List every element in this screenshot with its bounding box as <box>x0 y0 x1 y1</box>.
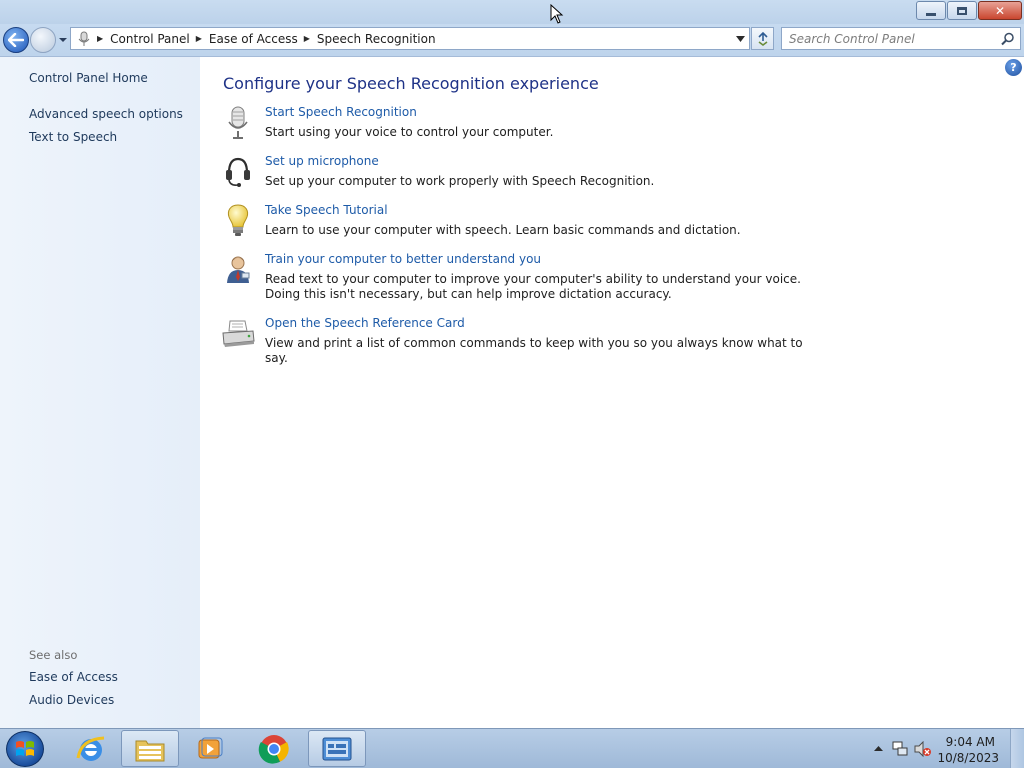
system-tray: 9:04 AM 10/8/2023 <box>864 729 1024 768</box>
start-button[interactable] <box>6 731 44 767</box>
see-also-audio-devices-link[interactable]: Audio Devices <box>29 693 114 707</box>
refresh-icon <box>757 31 768 46</box>
taskbar-chrome[interactable] <box>245 730 303 767</box>
breadcrumb-control-panel[interactable]: Control Panel <box>110 32 190 46</box>
microphone-icon <box>220 105 256 141</box>
start-speech-recognition-description: Start using your voice to control your c… <box>265 125 554 139</box>
navigation-bar: ▶ Control Panel ▶ Ease of Access ▶ Speec… <box>0 24 1024 57</box>
sidebar-text-to-speech-link[interactable]: Text to Speech <box>29 130 117 144</box>
help-button[interactable]: ? <box>1005 59 1022 76</box>
speech-reference-card-description: View and print a list of common commands… <box>265 336 803 365</box>
restore-icon <box>957 6 967 15</box>
breadcrumb-separator-icon[interactable]: ▶ <box>97 34 103 43</box>
internet-explorer-icon <box>76 736 105 761</box>
train-computer-link[interactable]: Train your computer to better understand… <box>265 252 541 266</box>
file-explorer-icon <box>135 740 165 761</box>
address-bar[interactable]: ▶ Control Panel ▶ Ease of Access ▶ Speec… <box>70 27 750 50</box>
train-computer-description: Read text to your computer to improve yo… <box>265 272 801 301</box>
control-panel-icon <box>322 737 352 760</box>
mouse-cursor-icon <box>550 4 564 24</box>
take-speech-tutorial-link[interactable]: Take Speech Tutorial <box>265 203 388 217</box>
close-icon: ✕ <box>994 3 1006 18</box>
recent-pages-dropdown-icon[interactable] <box>58 35 68 45</box>
start-speech-recognition-link[interactable]: Start Speech Recognition <box>265 105 417 119</box>
speech-recognition-icon <box>78 31 90 46</box>
sidebar-advanced-speech-options-link[interactable]: Advanced speech options <box>29 107 183 121</box>
taskbar-control-panel[interactable] <box>308 730 366 767</box>
sidebar-control-panel-home-link[interactable]: Control Panel Home <box>29 71 148 85</box>
breadcrumb-ease-of-access[interactable]: Ease of Access <box>209 32 298 46</box>
taskbar-media-player[interactable] <box>181 730 239 767</box>
lightbulb-icon <box>220 203 256 239</box>
show-desktop-button[interactable] <box>1010 729 1024 768</box>
volume-muted-icon[interactable] <box>914 741 932 757</box>
taskbar-internet-explorer[interactable] <box>62 730 120 767</box>
back-arrow-icon <box>8 33 24 47</box>
taskbar-file-explorer[interactable] <box>121 730 179 767</box>
minimize-button[interactable] <box>916 1 946 20</box>
refresh-button[interactable] <box>751 27 774 50</box>
restore-button[interactable] <box>947 1 977 20</box>
breadcrumb-separator-icon[interactable]: ▶ <box>196 34 202 43</box>
set-up-microphone-description: Set up your computer to work properly wi… <box>265 174 655 188</box>
main-content: ? Configure your Speech Recognition expe… <box>200 57 1024 728</box>
search-box[interactable] <box>781 27 1021 50</box>
network-icon[interactable] <box>892 741 908 757</box>
clock-date[interactable]: 10/8/2023 <box>937 751 999 765</box>
help-icon: ? <box>1010 61 1017 74</box>
caption-buttons: ✕ <box>916 1 1022 20</box>
minimize-icon <box>926 12 936 16</box>
speech-reference-card-link[interactable]: Open the Speech Reference Card <box>265 316 465 330</box>
set-up-microphone-link[interactable]: Set up microphone <box>265 154 379 168</box>
show-hidden-icons-icon[interactable] <box>874 745 883 752</box>
search-input[interactable] <box>789 28 989 49</box>
take-speech-tutorial-description: Learn to use your computer with speech. … <box>265 223 741 237</box>
see-also-ease-of-access-link[interactable]: Ease of Access <box>29 670 118 684</box>
back-button[interactable] <box>3 27 29 53</box>
headset-icon <box>220 154 256 190</box>
forward-button[interactable] <box>30 27 56 53</box>
windows-logo-icon <box>16 741 34 756</box>
window-title-bar: ✕ <box>0 0 1024 24</box>
sidebar: Control Panel Home Advanced speech optio… <box>0 57 200 728</box>
breadcrumb-separator-icon[interactable]: ▶ <box>304 34 310 43</box>
address-history-dropdown-icon[interactable] <box>736 36 745 42</box>
taskbar: 9:04 AM 10/8/2023 <box>0 728 1024 768</box>
breadcrumb-speech-recognition[interactable]: Speech Recognition <box>317 32 436 46</box>
page-title: Configure your Speech Recognition experi… <box>223 74 599 93</box>
chrome-icon <box>258 734 289 764</box>
clock-time[interactable]: 9:04 AM <box>946 735 995 749</box>
close-button[interactable]: ✕ <box>978 1 1022 20</box>
user-training-icon <box>220 252 256 288</box>
printer-icon <box>220 316 256 352</box>
see-also-heading: See also <box>29 648 78 662</box>
media-player-icon <box>198 737 223 758</box>
search-icon[interactable] <box>1001 32 1015 46</box>
